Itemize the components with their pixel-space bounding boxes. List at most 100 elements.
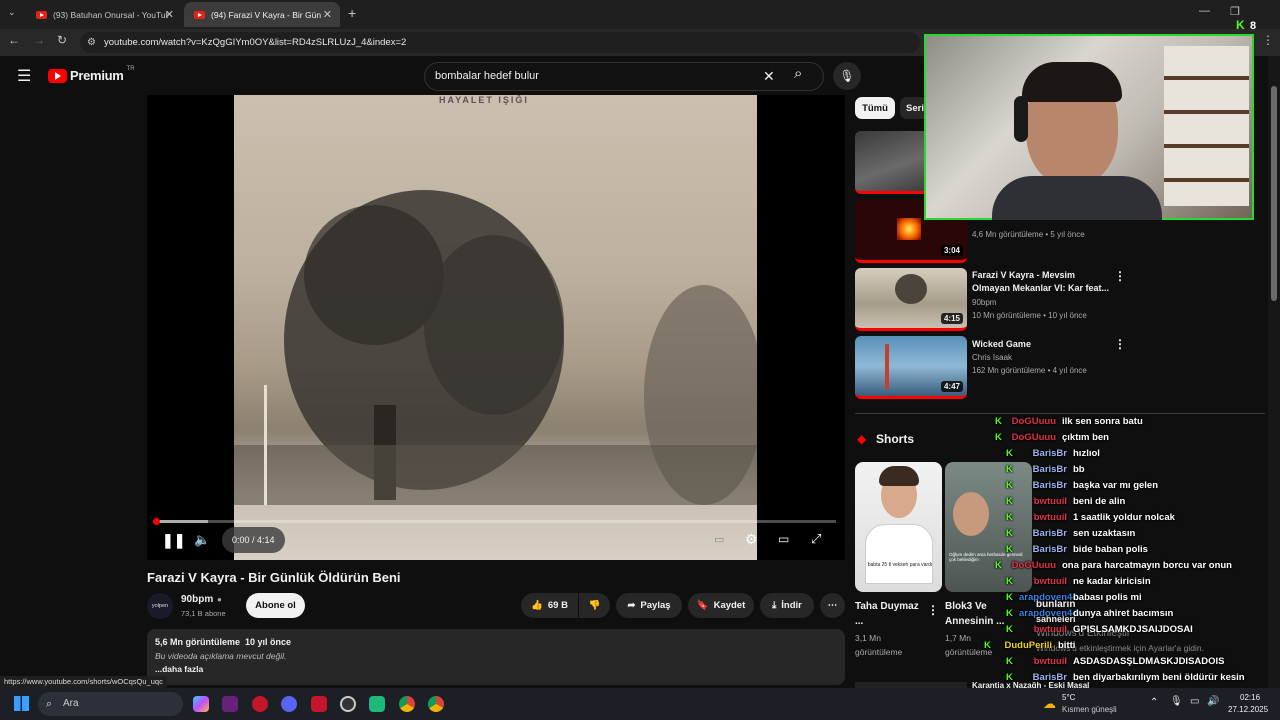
tab-list-icon[interactable]: ⌄ — [8, 7, 16, 18]
short-title[interactable]: Taha Duymaz ... — [855, 599, 925, 629]
channel-avatar[interactable]: yolpen — [147, 593, 173, 619]
close-tab-icon[interactable]: ✕ — [323, 8, 332, 21]
download-label: İndir — [781, 600, 802, 611]
kick-badge-icon: K — [1006, 544, 1013, 555]
tab-batuhan[interactable]: (93) Batuhan Onursal - YouTube ✕ — [26, 2, 182, 27]
volume-icon[interactable]: 🔈 — [194, 532, 210, 548]
search-icon[interactable]: ⌕ — [794, 65, 802, 82]
kick-badge-icon: K — [1006, 496, 1013, 507]
microphone-icon[interactable]: 🎙 — [1170, 696, 1183, 707]
chrome-profile-icon[interactable] — [428, 696, 444, 712]
obs-icon[interactable] — [340, 696, 356, 712]
save-button[interactable]: 🔖 Kaydet — [688, 593, 754, 618]
fullscreen-icon[interactable]: ⤢ — [811, 531, 821, 547]
show-more-link[interactable]: ...daha fazla — [155, 664, 203, 674]
video-player[interactable]: HAYALET IŞIĞI ❚❚ 🔈 0:00 / 4:14 ▭ ⚙ ▭ ⤢ — [147, 95, 845, 560]
weather-desc[interactable]: Kısmen güneşli — [1062, 705, 1117, 714]
more-options-icon[interactable]: ⋮ — [1114, 337, 1126, 351]
kick-logo-icon: K — [1236, 18, 1245, 32]
short-title[interactable]: Blok3 Ve Annesinin ... — [945, 599, 1005, 629]
chat-text: hızlıol — [1073, 448, 1100, 459]
related-title[interactable]: Wicked Game — [972, 338, 1112, 351]
app-green-icon[interactable] — [369, 696, 385, 712]
chat-message: Kbwtuuil GPISLSAMKDJSAIJDOSAI — [1006, 624, 1193, 635]
chat-text: bb — [1073, 464, 1085, 475]
scrollbar-thumb[interactable] — [1271, 86, 1277, 301]
menu-kebab-icon[interactable]: ⋮ — [1262, 33, 1274, 47]
more-options-icon[interactable]: ⋮ — [1114, 269, 1126, 283]
weather-temp[interactable]: 5°C — [1062, 693, 1075, 702]
chrome-icon[interactable] — [399, 696, 415, 712]
hamburger-menu-icon[interactable]: ☰ — [17, 66, 31, 86]
duration-badge: 4:47 — [940, 381, 963, 392]
progress-bar[interactable] — [153, 518, 836, 525]
voice-search-button[interactable]: 🎙 — [833, 62, 861, 90]
page-scrollbar[interactable] — [1268, 56, 1280, 688]
chat-message: K DoGUuuu çıktım ben — [995, 432, 1109, 443]
plus-icon[interactable]: + — [348, 5, 356, 21]
clock-date[interactable]: 27.12.2025 — [1228, 705, 1268, 714]
chat-text: ilk sen sonra batu — [1062, 416, 1143, 427]
minimize-icon[interactable]: — — [1199, 5, 1210, 17]
discord-icon[interactable] — [281, 696, 297, 712]
clock-time[interactable]: 02:16 — [1240, 693, 1260, 702]
url-field[interactable]: ⚙ youtube.com/watch?v=KzQgGIYm0OY&list=R… — [80, 32, 920, 53]
shorts-heading: Shorts — [876, 432, 915, 446]
search-input[interactable]: bombalar hedef bulur — [435, 70, 539, 82]
save-label: Kaydet — [713, 600, 746, 611]
taskbar-search[interactable]: ⌕ Ara — [38, 692, 183, 716]
related-thumbnail-3[interactable]: 4:15 — [855, 268, 967, 331]
clear-search-icon[interactable]: ✕ — [763, 68, 775, 85]
description-box[interactable]: 5,6 Mn görüntüleme 10 yıl önce Bu videod… — [147, 629, 845, 685]
subtitles-icon[interactable]: ▭ — [714, 533, 724, 546]
pause-icon[interactable]: ❚❚ — [162, 532, 185, 549]
download-button[interactable]: ⤓ İndir — [760, 593, 814, 618]
kick-badge-icon: K — [1006, 672, 1013, 683]
related-channel[interactable]: 90bpm — [972, 298, 996, 307]
maximize-icon[interactable]: ❐ — [1230, 5, 1240, 18]
app-red2-icon[interactable] — [311, 696, 327, 712]
filter-chip-all[interactable]: Tümü — [855, 97, 895, 119]
reload-icon[interactable]: ↻ — [57, 33, 67, 47]
youtube-logo[interactable]: Premium TR — [48, 66, 135, 83]
theater-mode-icon[interactable]: ▭ — [778, 532, 789, 546]
taskbar-search-label: Ara — [63, 698, 79, 709]
forward-icon[interactable]: → — [33, 33, 45, 47]
dislike-button[interactable]: 👎 — [579, 593, 610, 618]
close-tab-icon[interactable]: ✕ — [165, 8, 174, 21]
time-display: 0:00 / 4:14 — [222, 527, 285, 553]
like-count: 69 B — [547, 600, 568, 611]
kick-badge-icon: K — [1006, 656, 1013, 667]
scrubber-handle[interactable] — [153, 518, 160, 525]
copilot-icon[interactable] — [193, 696, 209, 712]
chat-message: K BarisBr ben diyarbakırılıym beni öldürür… — [1006, 672, 1245, 683]
search-box[interactable]: bombalar hedef bulur ✕ — [424, 62, 824, 91]
related-channel[interactable]: Chris Isaak — [972, 353, 1012, 362]
related-thumbnail-4[interactable]: 4:47 — [855, 336, 967, 399]
like-icon: 👍 — [531, 600, 543, 611]
tray-chevron-icon[interactable]: ⌃ — [1150, 697, 1158, 708]
short-overlay-text: babta 25 tl vekseh para vardı — [867, 562, 933, 568]
like-button[interactable]: 👍 69 B — [521, 593, 578, 618]
visual-studio-icon[interactable] — [222, 696, 238, 712]
speaker-icon[interactable]: 🔊 — [1207, 696, 1219, 707]
shorts-icon: ◆ — [857, 432, 867, 446]
subscribe-button[interactable]: Abone ol — [246, 593, 305, 618]
kick-badge-icon: K — [995, 560, 1002, 571]
short-thumbnail-1[interactable]: babta 25 tl vekseh para vardı — [855, 462, 942, 592]
chat-username: DoGUuuu — [1011, 416, 1056, 427]
share-button[interactable]: ➦ Paylaş — [616, 593, 682, 618]
tab-farazi[interactable]: (94) Farazi V Kayra - Bir Gün ✕ — [184, 2, 340, 27]
network-icon[interactable]: ▭ — [1190, 696, 1199, 707]
more-options-icon[interactable]: ⋮ — [927, 603, 939, 617]
related-title[interactable]: Farazi V Kayra - Mevsim Olmayan Mekanlar… — [972, 269, 1112, 295]
more-actions-button[interactable]: ⋯ — [820, 593, 845, 618]
windows-start-icon[interactable] — [14, 696, 29, 711]
back-icon[interactable]: ← — [8, 33, 20, 47]
channel-name[interactable]: 90bpm — [181, 594, 213, 605]
site-info-icon[interactable]: ⚙ — [87, 32, 96, 53]
chat-message: K BarisBr bb — [1006, 464, 1085, 475]
app-red-icon[interactable] — [252, 696, 268, 712]
settings-gear-icon[interactable]: ⚙ — [745, 531, 758, 548]
kick-badge-icon: K — [1006, 528, 1013, 539]
